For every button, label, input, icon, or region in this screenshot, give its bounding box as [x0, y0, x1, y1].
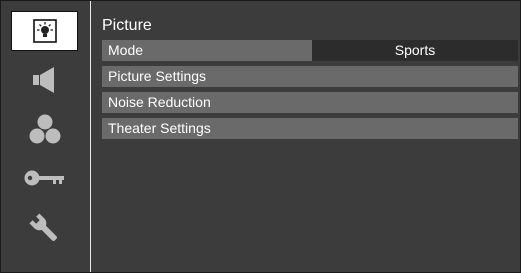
sidebar-item-channels[interactable] [11, 109, 78, 149]
menu-item-noise-reduction[interactable]: Noise Reduction [102, 92, 518, 113]
key-icon [23, 167, 67, 189]
sidebar-item-lock[interactable] [11, 158, 78, 198]
menu-item-label: Picture Settings [108, 68, 207, 84]
menu-panel: Picture Mode Sports Picture Settings Noi… [91, 1, 520, 272]
tv-menu-frame: Picture Mode Sports Picture Settings Noi… [0, 0, 521, 273]
sidebar-item-picture[interactable] [11, 11, 78, 51]
sidebar-item-sound[interactable] [11, 60, 78, 100]
menu-item-theater-settings[interactable]: Theater Settings [102, 118, 518, 139]
menu-item-picture-settings[interactable]: Picture Settings [102, 66, 518, 87]
menu-title: Picture [102, 17, 152, 34]
mode-value[interactable]: Sports [312, 40, 518, 61]
menu-item-mode[interactable]: Mode Sports [102, 40, 518, 61]
three-circles-icon [27, 113, 63, 145]
menu-item-label: Theater Settings [108, 120, 211, 136]
sidebar [1, 1, 91, 272]
speaker-icon [27, 65, 63, 95]
sidebar-item-setup[interactable] [11, 209, 78, 249]
menu-item-label: Noise Reduction [108, 94, 211, 110]
wrench-icon [28, 212, 61, 246]
lightbulb-icon [32, 18, 58, 44]
menu-item-label: Mode [108, 42, 144, 58]
